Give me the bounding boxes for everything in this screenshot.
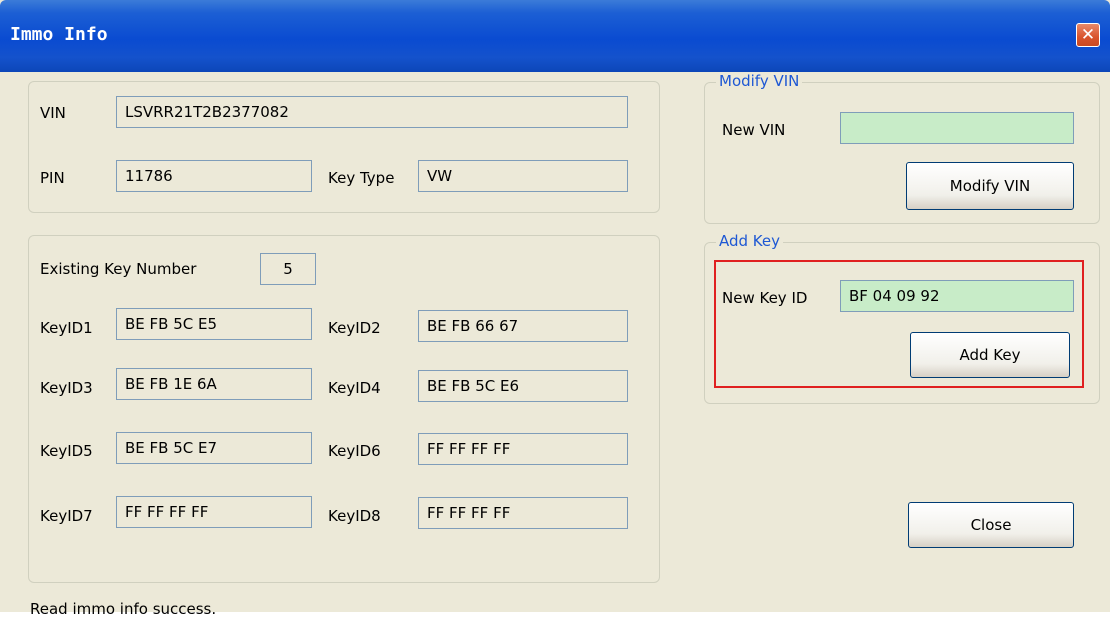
pin-field[interactable]: 11786 [116, 160, 312, 192]
window-title: Immo Info [10, 24, 108, 45]
key-type-label: Key Type [328, 169, 395, 187]
keyid5-label: KeyID5 [40, 442, 93, 460]
new-key-id-input[interactable]: BF 04 09 92 [840, 280, 1074, 312]
keyid5-field[interactable]: BE FB 5C E7 [116, 432, 312, 464]
modify-vin-button[interactable]: Modify VIN [906, 162, 1074, 210]
modify-vin-legend: Modify VIN [716, 72, 803, 90]
status-text: Read immo info success. [30, 600, 217, 618]
keyid6-field[interactable]: FF FF FF FF [418, 433, 628, 465]
keyid3-field[interactable]: BE FB 1E 6A [116, 368, 312, 400]
keyid7-field[interactable]: FF FF FF FF [116, 496, 312, 528]
new-vin-input[interactable] [840, 112, 1074, 144]
keyid4-field[interactable]: BE FB 5C E6 [418, 370, 628, 402]
keyid2-label: KeyID2 [328, 319, 381, 337]
vin-label: VIN [40, 104, 66, 122]
existing-key-number-field[interactable]: 5 [260, 253, 316, 285]
new-key-id-label: New Key ID [722, 289, 808, 307]
title-bar[interactable]: Immo Info ✕ [0, 0, 1110, 72]
keyid2-field[interactable]: BE FB 66 67 [418, 310, 628, 342]
new-vin-label: New VIN [722, 121, 786, 139]
key-type-field[interactable]: VW [418, 160, 628, 192]
keyid4-label: KeyID4 [328, 379, 381, 397]
keyid1-field[interactable]: BE FB 5C E5 [116, 308, 312, 340]
keyid7-label: KeyID7 [40, 507, 93, 525]
keyid1-label: KeyID1 [40, 319, 93, 337]
add-key-legend: Add Key [716, 232, 784, 250]
close-icon[interactable]: ✕ [1076, 23, 1100, 47]
keyid8-label: KeyID8 [328, 507, 381, 525]
dialog-body: VIN LSVRR21T2B2377082 PIN 11786 Key Type… [4, 72, 1106, 618]
existing-key-number-label: Existing Key Number [40, 260, 197, 278]
pin-label: PIN [40, 169, 65, 187]
immo-info-window: Immo Info ✕ VIN LSVRR21T2B2377082 PIN 11… [0, 0, 1110, 618]
keyid6-label: KeyID6 [328, 442, 381, 460]
add-key-button[interactable]: Add Key [910, 332, 1070, 378]
keyid8-field[interactable]: FF FF FF FF [418, 497, 628, 529]
keys-group [28, 235, 660, 583]
keyid3-label: KeyID3 [40, 379, 93, 397]
close-button[interactable]: Close [908, 502, 1074, 548]
vin-field[interactable]: LSVRR21T2B2377082 [116, 96, 628, 128]
